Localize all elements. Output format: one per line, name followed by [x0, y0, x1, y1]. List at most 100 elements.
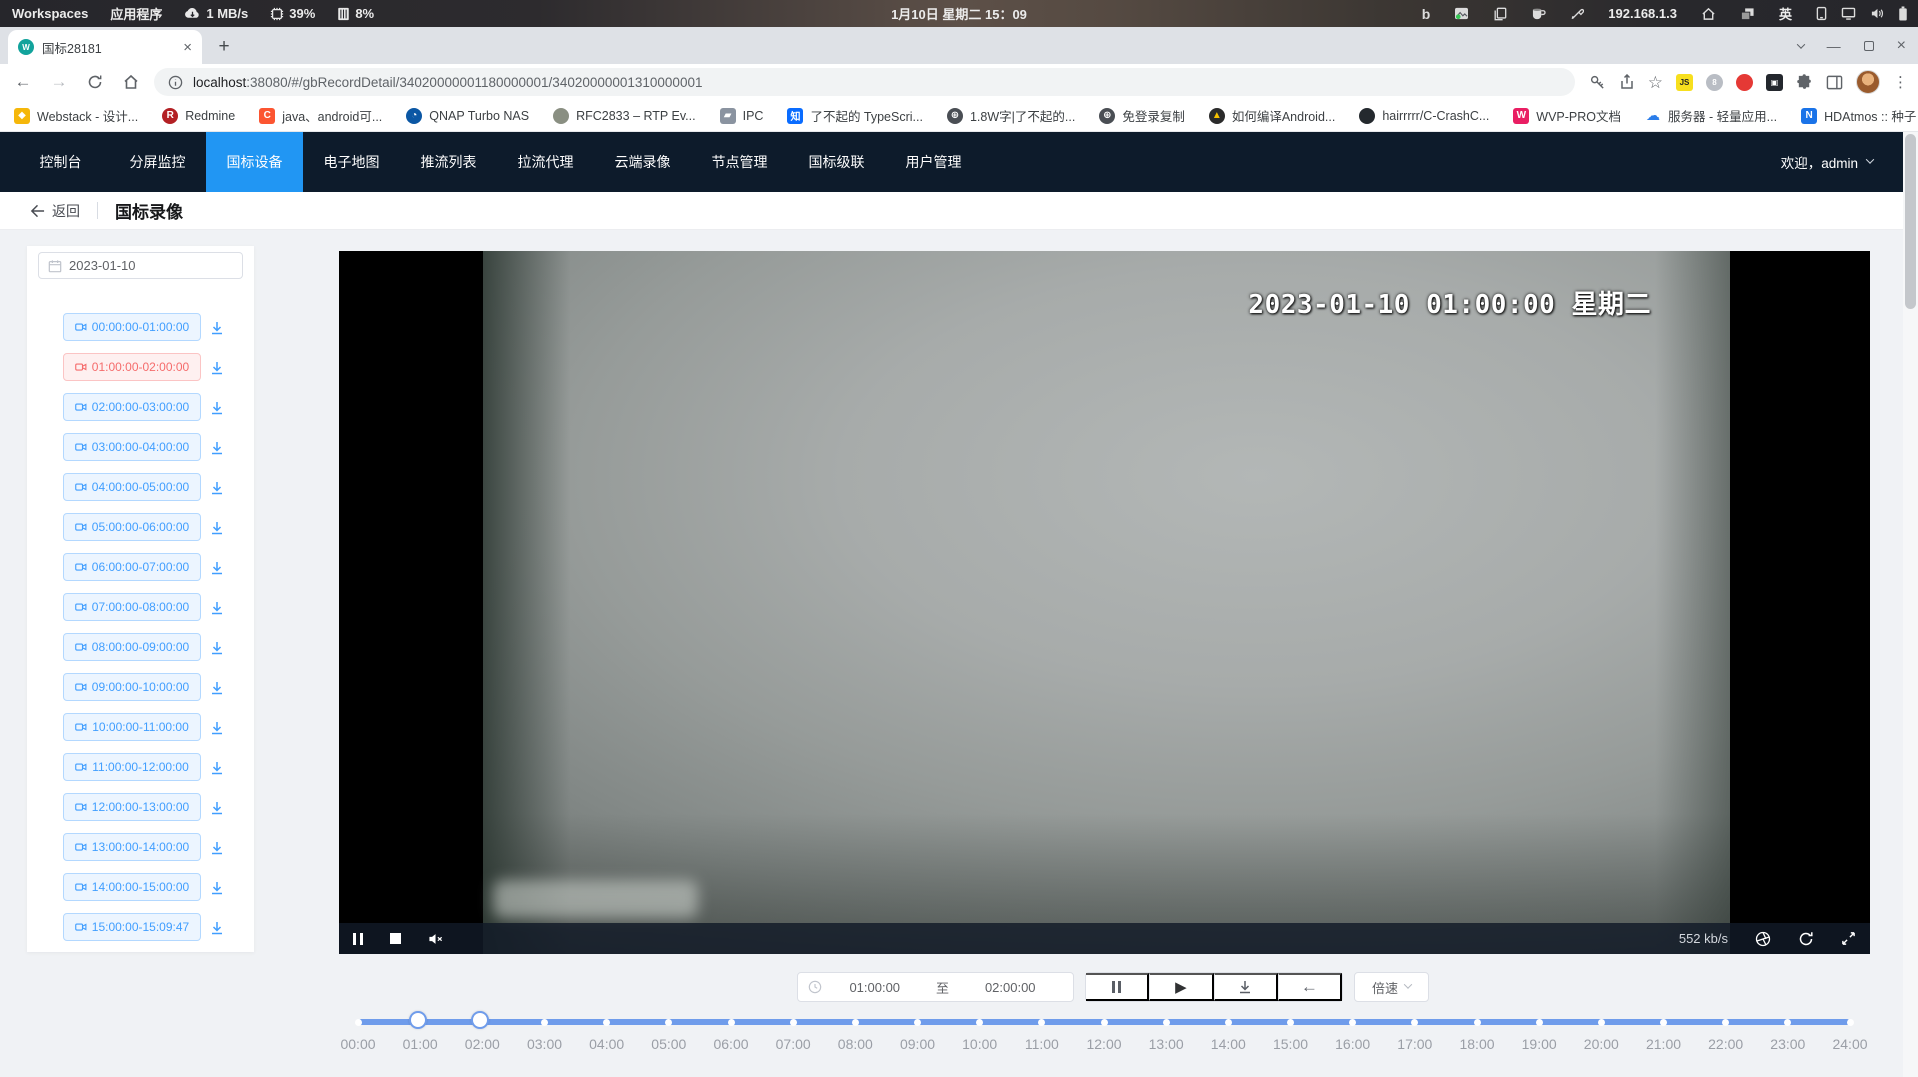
- segment-download-button[interactable]: [207, 918, 227, 938]
- browser-home-button[interactable]: [118, 69, 144, 95]
- segment-button[interactable]: 05:00:00-06:00:00: [63, 513, 201, 541]
- bookmark-item[interactable]: ▲如何编译Android...: [1209, 106, 1336, 125]
- nav-tab-6[interactable]: 拉流代理: [497, 132, 594, 192]
- new-tab-button[interactable]: +: [212, 35, 236, 59]
- segment-button[interactable]: 12:00:00-13:00:00: [63, 793, 201, 821]
- bookmark-item[interactable]: NHDAtmos :: 种子 *...: [1801, 106, 1918, 125]
- tab-search-chevron-icon[interactable]: [1796, 40, 1804, 48]
- tab-close-icon[interactable]: ×: [183, 40, 192, 55]
- screenshot-tray-icon[interactable]: [1454, 7, 1469, 20]
- snapshot-shutter-icon[interactable]: [1755, 931, 1771, 947]
- bookmark-item[interactable]: hairrrrr/C-CrashC...: [1359, 108, 1489, 124]
- nav-tab-7[interactable]: 云端录像: [594, 132, 691, 192]
- segment-download-button[interactable]: [207, 398, 227, 418]
- player-stop-button[interactable]: [390, 933, 401, 944]
- time-range-picker[interactable]: 01:00:00 至 02:00:00: [797, 972, 1074, 1002]
- nav-tab-3[interactable]: 国标设备: [206, 132, 303, 192]
- nav-tab-4[interactable]: 电子地图: [303, 132, 400, 192]
- segment-button[interactable]: 08:00:00-09:00:00: [63, 633, 201, 661]
- window-maximize-button[interactable]: [1864, 41, 1874, 51]
- volume-icon[interactable]: [1870, 7, 1884, 20]
- memory-usage-indicator[interactable]: 8%: [337, 6, 374, 21]
- tray-b-icon[interactable]: b: [1422, 6, 1431, 22]
- window-minimize-button[interactable]: —: [1827, 39, 1841, 53]
- segment-download-button[interactable]: [207, 878, 227, 898]
- bookmark-item[interactable]: RRedmine: [162, 108, 235, 124]
- video-player[interactable]: 2023-01-10 01:00:00 星期二 552 kb/s: [339, 251, 1870, 954]
- play-button[interactable]: ▶: [1149, 973, 1213, 1001]
- ip-address-indicator[interactable]: 192.168.1.3: [1608, 6, 1677, 21]
- player-pause-button[interactable]: [353, 933, 363, 945]
- player-mute-icon[interactable]: [428, 932, 444, 946]
- seek-back-button[interactable]: ←: [1278, 973, 1342, 1001]
- back-button[interactable]: 返回: [30, 201, 80, 221]
- segment-button[interactable]: 00:00:00-01:00:00: [63, 313, 201, 341]
- segment-button[interactable]: 04:00:00-05:00:00: [63, 473, 201, 501]
- extensions-puzzle-icon[interactable]: [1796, 74, 1813, 91]
- extension-js-icon[interactable]: JS: [1676, 74, 1693, 91]
- download-button[interactable]: [1214, 973, 1278, 1001]
- input-language-indicator[interactable]: 英: [1779, 4, 1792, 23]
- site-info-icon[interactable]: [168, 75, 183, 90]
- caffeine-tray-icon[interactable]: [1531, 7, 1546, 20]
- date-picker-input[interactable]: 2023-01-10: [38, 252, 243, 279]
- phone-connect-icon[interactable]: [1816, 6, 1827, 21]
- password-key-icon[interactable]: [1589, 74, 1606, 91]
- bookmark-item[interactable]: Cjava、android可...: [259, 106, 382, 125]
- page-scrollbar[interactable]: [1903, 132, 1918, 1077]
- segment-download-button[interactable]: [207, 758, 227, 778]
- segment-button[interactable]: 11:00:00-12:00:00: [63, 753, 201, 781]
- pause-button[interactable]: [1086, 973, 1149, 1001]
- fullscreen-icon[interactable]: [1841, 931, 1856, 946]
- timeline-track[interactable]: [358, 1019, 1850, 1025]
- segment-download-button[interactable]: [207, 478, 227, 498]
- nav-tab-5[interactable]: 推流列表: [400, 132, 497, 192]
- scrollbar-thumb[interactable]: [1905, 134, 1916, 309]
- share-icon[interactable]: [1619, 74, 1635, 90]
- segment-button[interactable]: 03:00:00-04:00:00: [63, 433, 201, 461]
- browser-back-button[interactable]: ←: [10, 69, 36, 95]
- nav-tab-2[interactable]: 分屏监控: [109, 132, 206, 192]
- url-bar[interactable]: localhost:38080/#/gbRecordDetail/3402000…: [154, 68, 1575, 96]
- browser-menu-kebab-icon[interactable]: ⋮: [1893, 73, 1908, 91]
- segment-download-button[interactable]: [207, 518, 227, 538]
- nav-tab-8[interactable]: 节点管理: [691, 132, 788, 192]
- browser-forward-button[interactable]: →: [46, 69, 72, 95]
- extension-red-icon[interactable]: [1736, 74, 1753, 91]
- battery-icon[interactable]: [1898, 6, 1908, 21]
- segment-download-button[interactable]: [207, 718, 227, 738]
- segment-download-button[interactable]: [207, 678, 227, 698]
- bookmark-item[interactable]: 知了不起的 TypeScri...: [787, 106, 923, 125]
- segment-button[interactable]: 14:00:00-15:00:00: [63, 873, 201, 901]
- user-menu[interactable]: 欢迎，admin: [1781, 132, 1903, 192]
- cpu-usage-indicator[interactable]: 39%: [270, 6, 315, 21]
- workspace-switcher-icon[interactable]: [1740, 7, 1755, 21]
- bookmark-item[interactable]: WWVP-PRO文档: [1513, 106, 1621, 125]
- segment-button[interactable]: 07:00:00-08:00:00: [63, 593, 201, 621]
- bookmark-item[interactable]: ◆Webstack - 设计...: [14, 106, 138, 125]
- segment-download-button[interactable]: [207, 318, 227, 338]
- playback-speed-dropdown[interactable]: 倍速: [1354, 972, 1429, 1002]
- segment-download-button[interactable]: [207, 598, 227, 618]
- side-panel-icon[interactable]: [1826, 74, 1843, 91]
- range-end-time[interactable]: 02:00:00: [958, 980, 1064, 995]
- window-close-button[interactable]: ×: [1897, 38, 1906, 54]
- segment-button[interactable]: 02:00:00-03:00:00: [63, 393, 201, 421]
- segment-download-button[interactable]: [207, 358, 227, 378]
- timeline-handle[interactable]: [409, 1011, 427, 1029]
- display-settings-icon[interactable]: [1841, 7, 1856, 20]
- segment-download-button[interactable]: [207, 558, 227, 578]
- browser-reload-button[interactable]: [82, 69, 108, 95]
- nav-tab-9[interactable]: 国标级联: [788, 132, 885, 192]
- clipboard-tray-icon[interactable]: [1493, 7, 1507, 21]
- segment-button[interactable]: 09:00:00-10:00:00: [63, 673, 201, 701]
- segment-button[interactable]: 06:00:00-07:00:00: [63, 553, 201, 581]
- range-start-time[interactable]: 01:00:00: [822, 980, 928, 995]
- segment-button[interactable]: 13:00:00-14:00:00: [63, 833, 201, 861]
- extension-dark-icon[interactable]: ▣: [1766, 74, 1783, 91]
- clock-button[interactable]: 1月10日 星期二 15：09: [891, 0, 1027, 27]
- segment-download-button[interactable]: [207, 638, 227, 658]
- segment-button[interactable]: 10:00:00-11:00:00: [63, 713, 201, 741]
- network-speed-indicator[interactable]: 1 MB/s: [184, 6, 248, 21]
- bookmark-item[interactable]: ⊕1.8W字|了不起的...: [947, 106, 1075, 125]
